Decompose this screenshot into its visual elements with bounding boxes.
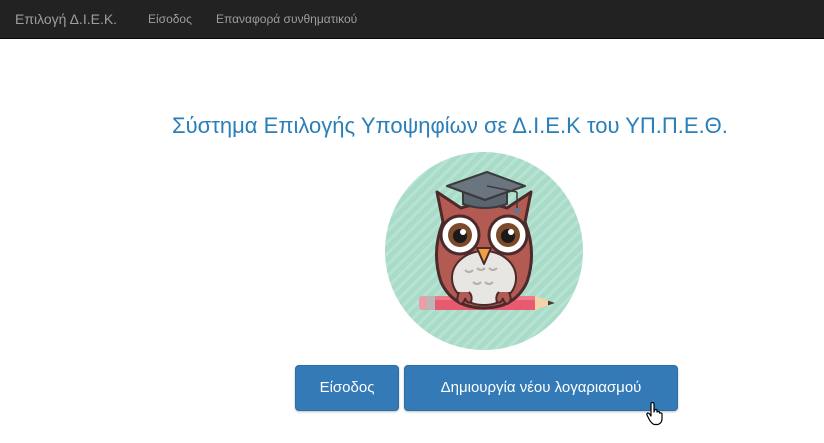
page-title: Σύστημα Επιλογής Υποψηφίων σε Δ.Ι.Ε.Κ το… — [172, 113, 728, 138]
owl-logo — [385, 152, 583, 350]
nav-brand[interactable]: Επιλογή Δ.Ι.Ε.Κ. — [15, 11, 117, 27]
login-button[interactable]: Είσοδος — [295, 365, 399, 411]
create-account-button[interactable]: Δημιουργία νέου λογαριασμού — [404, 365, 678, 411]
top-navbar: Επιλογή Δ.Ι.Ε.Κ. Είσοδος Επαναφορά συνθη… — [0, 0, 824, 39]
nav-link-login[interactable]: Είσοδος — [148, 12, 192, 26]
hand-cursor-icon — [645, 401, 665, 426]
owl-graduate-icon — [385, 152, 583, 350]
nav-link-password-reset[interactable]: Επαναφορά συνθηματικού — [216, 12, 357, 26]
